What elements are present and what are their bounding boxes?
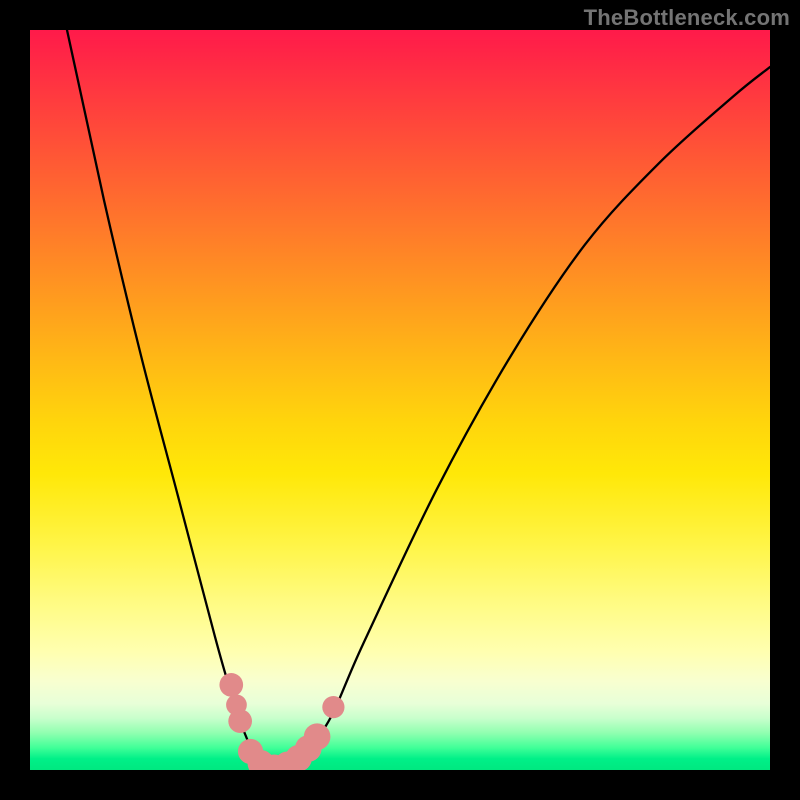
curve-layer: [30, 30, 770, 770]
watermark-text: TheBottleneck.com: [584, 5, 790, 31]
chart-frame: TheBottleneck.com: [0, 0, 800, 800]
marker-dot: [228, 709, 252, 733]
marker-dot: [322, 696, 344, 718]
marker-dot: [304, 723, 331, 750]
bottleneck-curve: [30, 30, 770, 770]
highlighted-points: [219, 673, 344, 770]
plot-area: [30, 30, 770, 770]
marker-dot: [219, 673, 243, 697]
